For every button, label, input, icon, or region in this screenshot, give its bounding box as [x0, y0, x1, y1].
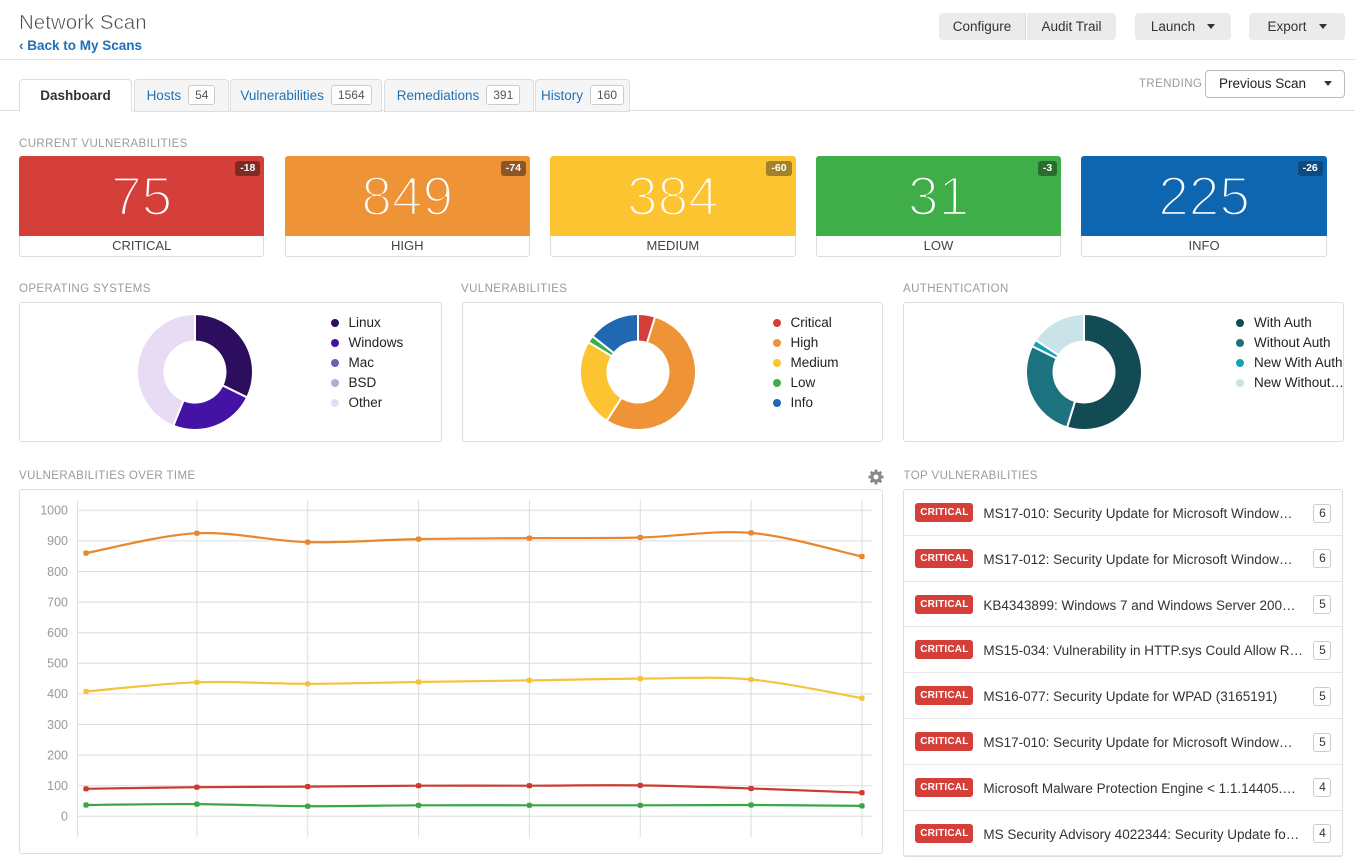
svg-text:0: 0	[61, 810, 68, 824]
svg-text:100: 100	[47, 779, 68, 793]
svg-text:900: 900	[47, 534, 68, 548]
svg-text:500: 500	[47, 657, 68, 671]
svg-text:400: 400	[47, 687, 68, 701]
svg-text:800: 800	[47, 565, 68, 579]
svg-text:1000: 1000	[40, 504, 68, 518]
svg-text:300: 300	[47, 718, 68, 732]
svg-text:200: 200	[47, 748, 68, 762]
svg-text:600: 600	[47, 626, 68, 640]
svg-text:700: 700	[47, 595, 68, 609]
